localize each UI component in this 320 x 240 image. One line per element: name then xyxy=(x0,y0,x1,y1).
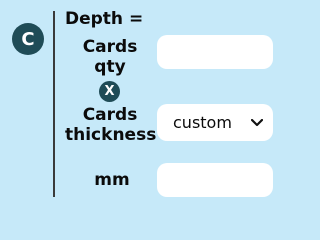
thickness-selected-value: custom xyxy=(173,113,232,132)
chevron-down-icon xyxy=(250,115,264,131)
cards-qty-label: Cards qty xyxy=(75,37,145,77)
cards-thickness-label-line2: thickness xyxy=(65,125,157,145)
cards-qty-input[interactable] xyxy=(157,35,273,69)
divider-line xyxy=(53,11,55,197)
multiply-icon: X xyxy=(99,81,120,102)
step-letter: C xyxy=(21,28,35,50)
cards-thickness-label-line1: Cards xyxy=(82,105,138,125)
step-c-badge: C xyxy=(12,23,44,55)
depth-label: Depth = xyxy=(65,9,144,29)
multiply-symbol: X xyxy=(104,84,115,99)
depth-result-field[interactable] xyxy=(157,163,273,197)
mm-unit-label: mm xyxy=(94,170,130,190)
cards-qty-label-line2: qty xyxy=(94,57,126,77)
cards-thickness-label: Cards thickness xyxy=(65,105,157,145)
cards-qty-label-line1: Cards xyxy=(82,37,138,57)
thickness-select[interactable]: custom xyxy=(157,104,273,141)
